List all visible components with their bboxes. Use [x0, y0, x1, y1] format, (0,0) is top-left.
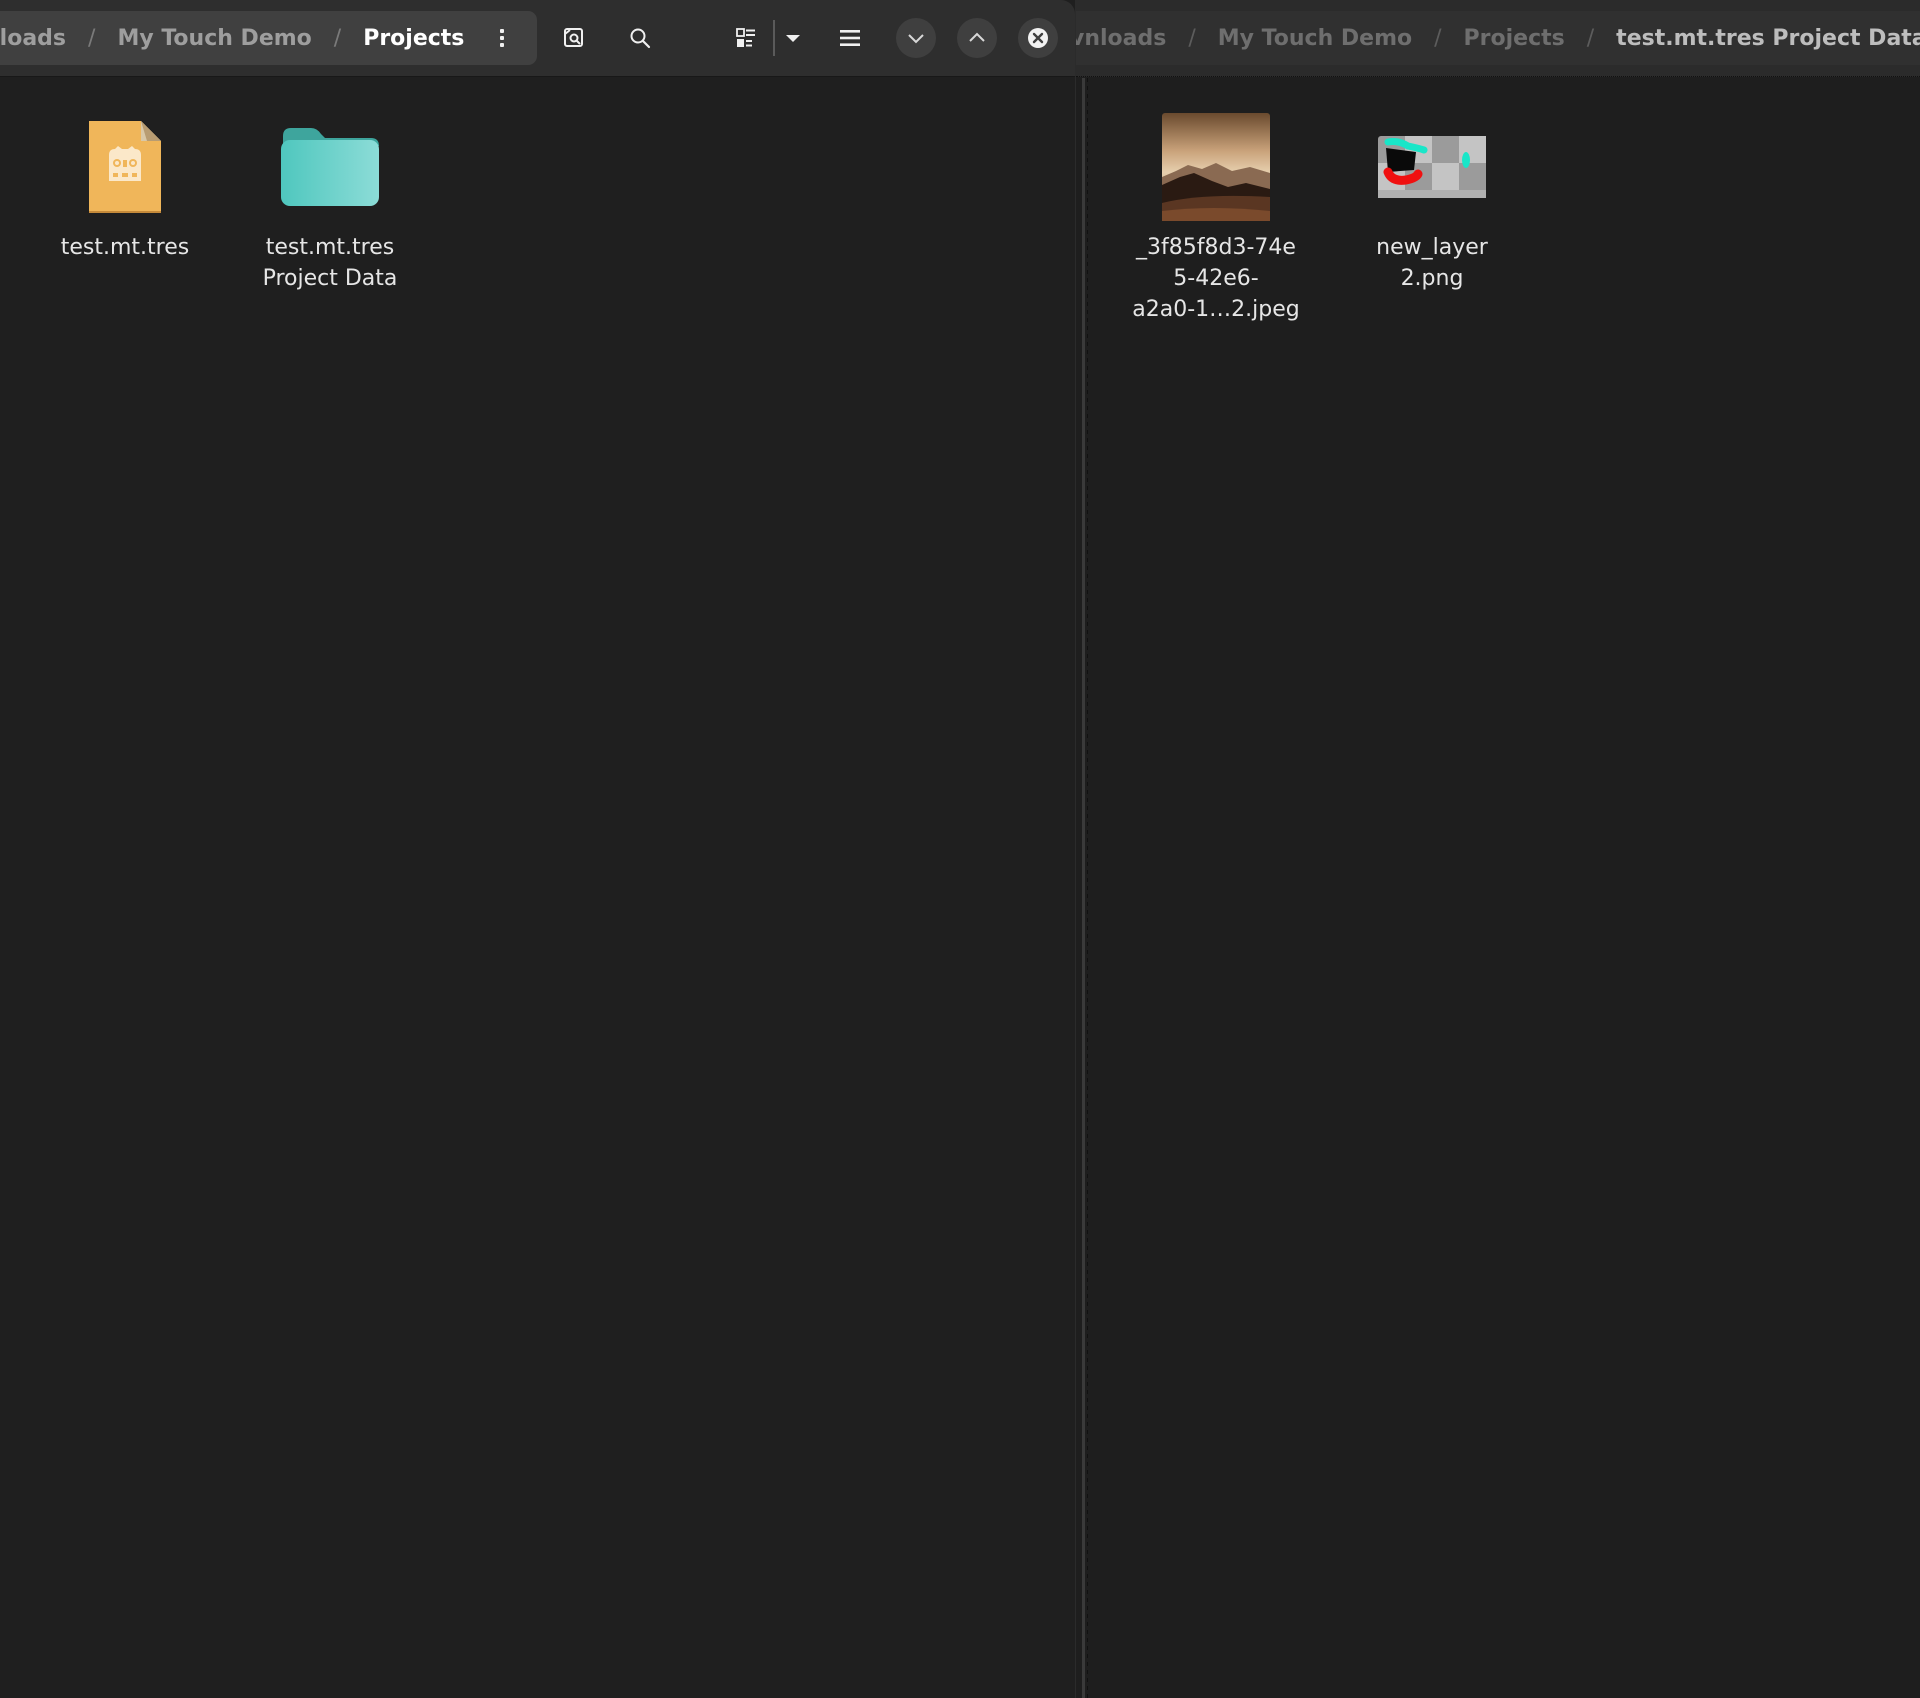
- file-name: test.mt.tres: [60, 235, 190, 260]
- main-menu-button[interactable]: [831, 19, 869, 57]
- caret-down-icon: [786, 35, 800, 42]
- maximize-button[interactable]: [957, 18, 997, 58]
- pane-divider[interactable]: [1082, 78, 1085, 1698]
- breadcrumb-separator: /: [1586, 25, 1595, 51]
- search-button[interactable]: [621, 19, 659, 57]
- image-thumbnail: [1161, 112, 1271, 222]
- breadcrumb-item-my-touch-demo[interactable]: My Touch Demo: [117, 26, 311, 51]
- file-name: new_layer 2.png: [1376, 235, 1488, 291]
- chevron-down-icon: [908, 34, 924, 44]
- hamburger-menu-icon: [840, 30, 860, 46]
- folder-name: test.mt.tres Project Data: [262, 235, 398, 291]
- left-file-pane: nloads / My Touch Demo / Projects: [0, 0, 1076, 1698]
- minimize-button[interactable]: [896, 18, 936, 58]
- file-item-png[interactable]: new_layer 2.png: [1342, 112, 1522, 294]
- folder-icon: [275, 112, 385, 222]
- godot-resource-file-icon: [70, 112, 180, 222]
- image-search-icon: [564, 28, 583, 47]
- breadcrumb-item-downloads[interactable]: nloads: [0, 26, 66, 51]
- image-thumbnail: [1377, 112, 1487, 222]
- close-circle-icon: [1028, 28, 1048, 48]
- view-options-dropdown[interactable]: [774, 19, 812, 57]
- breadcrumb-item-downloads[interactable]: vnloads: [1076, 26, 1166, 51]
- breadcrumb-separator: /: [333, 25, 342, 51]
- breadcrumb-separator: /: [1188, 25, 1196, 51]
- file-item-jpeg[interactable]: _3f85f8d3-74e 5-42e6- a2a0-1…2.jpeg: [1126, 112, 1306, 325]
- file-item-test-mt-tres[interactable]: test.mt.tres: [35, 112, 215, 263]
- breadcrumb: nloads / My Touch Demo / Projects: [0, 26, 464, 51]
- breadcrumb-item-projects[interactable]: Projects: [1464, 26, 1565, 51]
- view-mode-button[interactable]: [727, 19, 765, 57]
- pane-divider-dots: [1087, 78, 1088, 1698]
- folder-item-project-data[interactable]: test.mt.tres Project Data: [240, 112, 420, 294]
- vertical-ellipsis-icon[interactable]: [490, 26, 514, 50]
- breadcrumb-item-project-data[interactable]: test.mt.tres Project Data: [1616, 26, 1920, 51]
- breadcrumb: vnloads / My Touch Demo / Projects / tes…: [1076, 26, 1920, 51]
- close-button[interactable]: [1018, 18, 1058, 58]
- breadcrumb-item-projects[interactable]: Projects: [363, 26, 464, 51]
- view-grid-list-icon: [736, 28, 755, 47]
- path-bar[interactable]: vnloads / My Touch Demo / Projects / tes…: [1076, 11, 1920, 65]
- right-file-pane: vnloads / My Touch Demo / Projects / tes…: [1076, 0, 1920, 1698]
- file-name: _3f85f8d3-74e 5-42e6- a2a0-1…2.jpeg: [1132, 235, 1300, 322]
- breadcrumb-item-my-touch-demo[interactable]: My Touch Demo: [1218, 26, 1412, 51]
- path-bar[interactable]: nloads / My Touch Demo / Projects: [0, 11, 537, 65]
- right-headerbar: vnloads / My Touch Demo / Projects / tes…: [1076, 0, 1920, 77]
- search-icon: [630, 28, 651, 49]
- breadcrumb-separator: /: [88, 25, 96, 51]
- chevron-up-icon: [969, 32, 985, 42]
- left-headerbar: nloads / My Touch Demo / Projects: [0, 0, 1075, 77]
- find-in-folder-button[interactable]: [555, 19, 593, 57]
- breadcrumb-separator: /: [1434, 25, 1442, 51]
